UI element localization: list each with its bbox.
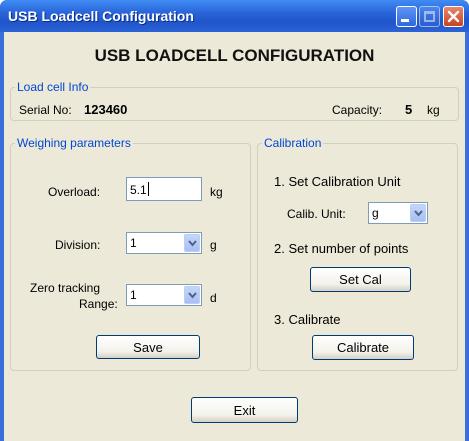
- calibrate-button[interactable]: Calibrate: [312, 335, 414, 360]
- division-label: Division:: [55, 238, 101, 252]
- minimize-icon: [401, 19, 409, 22]
- zero-tracking-select[interactable]: 1: [126, 284, 202, 306]
- step-set-unit-label: 1. Set Calibration Unit: [274, 174, 401, 189]
- exit-button[interactable]: Exit: [191, 397, 298, 423]
- division-unit: g: [210, 238, 217, 252]
- zero-tracking-label-2: Range:: [79, 297, 118, 311]
- calib-unit-label: Calib. Unit:: [287, 207, 346, 221]
- serial-label: Serial No:: [19, 103, 72, 117]
- zero-tracking-unit: d: [210, 291, 217, 305]
- calib-unit-dropdown-button[interactable]: [410, 204, 426, 222]
- title-bar[interactable]: USB Loadcell Configuration: [0, 0, 469, 32]
- close-icon: [447, 10, 460, 23]
- calib-unit-select[interactable]: g: [368, 202, 428, 224]
- set-cal-button[interactable]: Set Cal: [310, 267, 411, 292]
- calibration-legend: Calibration: [264, 136, 322, 150]
- page-title: USB LOADCELL CONFIGURATION: [94, 46, 375, 65]
- chevron-down-icon: [188, 292, 197, 299]
- zero-tracking-value: 1: [130, 288, 137, 302]
- division-value: 1: [130, 236, 137, 250]
- weighing-parameters-legend: Weighing parameters: [17, 136, 131, 150]
- maximize-button: [419, 6, 440, 27]
- division-dropdown-button[interactable]: [184, 234, 200, 252]
- overload-value: 5.1: [130, 183, 147, 197]
- calib-unit-value: g: [372, 206, 379, 220]
- minimize-button[interactable]: [396, 6, 417, 27]
- zero-tracking-dropdown-button[interactable]: [184, 286, 200, 304]
- division-select[interactable]: 1: [126, 232, 202, 254]
- close-button[interactable]: [443, 6, 464, 27]
- step-calibrate-label: 3. Calibrate: [274, 312, 341, 327]
- load-cell-info-legend: Load cell Info: [17, 80, 89, 94]
- chevron-down-icon: [188, 240, 197, 247]
- app-window: USB Loadcell Configuration USB LOADCELL …: [0, 0, 469, 441]
- capacity-unit: kg: [427, 103, 440, 117]
- capacity-value: 5: [405, 102, 413, 117]
- window-title: USB Loadcell Configuration: [8, 8, 194, 24]
- overload-input[interactable]: 5.1: [126, 177, 202, 201]
- client-area: USB LOADCELL CONFIGURATION Load cell Inf…: [4, 32, 465, 441]
- text-caret: [147, 182, 149, 196]
- load-cell-info-group: Load cell Info: [10, 80, 459, 121]
- overload-label: Overload:: [48, 185, 101, 199]
- serial-value: 123460: [84, 102, 128, 117]
- save-button[interactable]: Save: [96, 335, 200, 359]
- capacity-label: Capacity:: [332, 103, 383, 117]
- overload-unit: kg: [210, 185, 223, 199]
- chevron-down-icon: [414, 210, 423, 217]
- maximize-icon: [424, 11, 435, 22]
- zero-tracking-label: Zero tracking: [30, 281, 101, 295]
- step-set-points-label: 2. Set number of points: [274, 241, 409, 256]
